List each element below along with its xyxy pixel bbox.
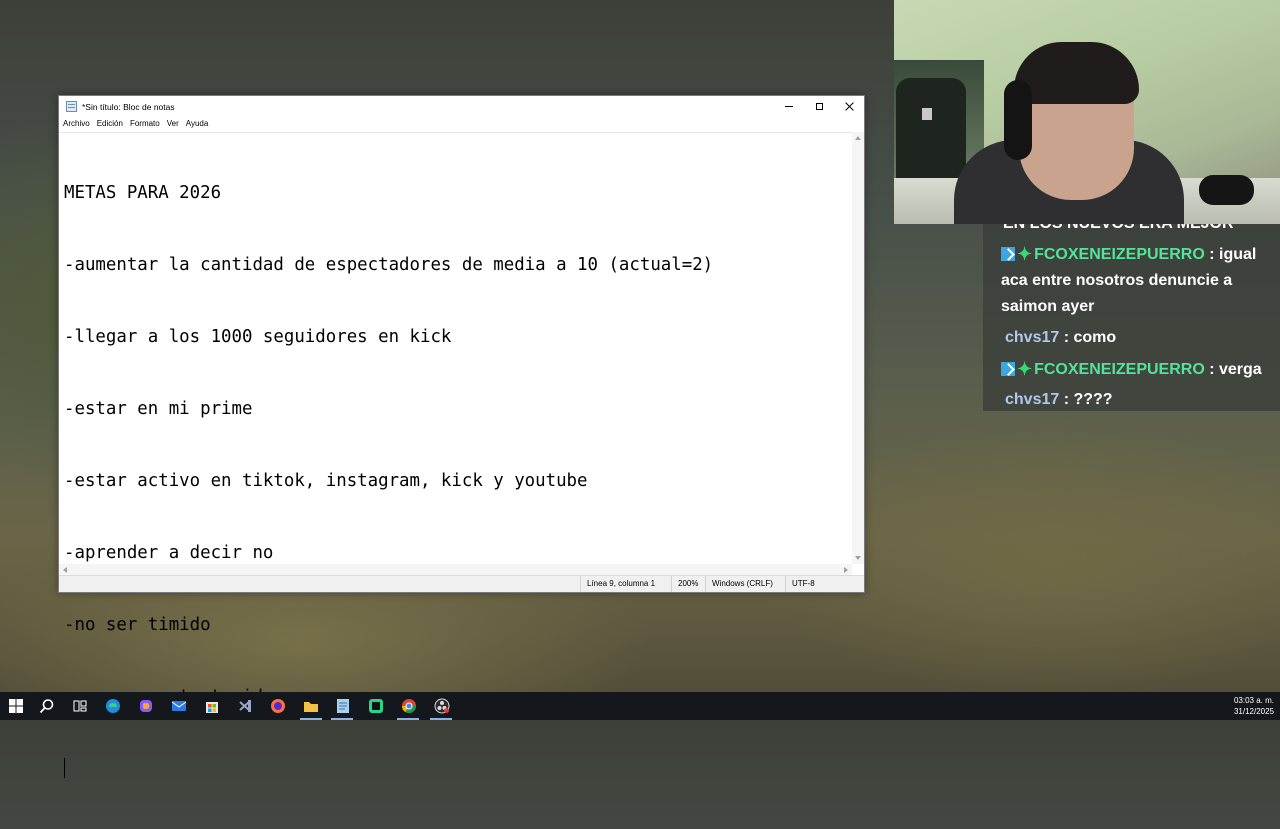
status-zoom: 200% — [671, 576, 698, 592]
system-clock[interactable]: 03:03 a. m. 31/12/2025 — [1234, 695, 1274, 717]
search-icon[interactable] — [39, 698, 55, 714]
menu-formato[interactable]: Formato — [130, 119, 160, 128]
chat-text: : como — [1059, 329, 1117, 346]
task-view-icon[interactable] — [72, 698, 88, 714]
subscriber-badge-icon — [1001, 362, 1015, 376]
scroll-right-arrow-icon[interactable] — [844, 567, 848, 573]
menu-archivo[interactable]: Archivo — [63, 119, 90, 128]
window-controls — [774, 96, 864, 117]
scroll-up-arrow-icon[interactable] — [855, 136, 861, 140]
status-bar: Línea 9, columna 1 200% Windows (CRLF) U… — [59, 575, 864, 592]
caret-line — [64, 757, 852, 781]
minimize-button[interactable] — [774, 96, 804, 117]
chat-username: chvs17 — [1005, 329, 1060, 346]
text-caret — [64, 758, 65, 778]
chat-message: chvs17 : ???? — [1001, 387, 1273, 411]
scroll-down-arrow-icon[interactable] — [855, 556, 861, 560]
chrome-icon[interactable] — [401, 698, 417, 714]
taskbar: 03:03 a. m. 31/12/2025 — [0, 692, 1280, 720]
text-line: -estar activo en tiktok, instagram, kick… — [64, 471, 588, 491]
subscriber-badge-icon — [1001, 247, 1015, 261]
obs-icon[interactable] — [434, 698, 450, 714]
edge-icon[interactable] — [105, 698, 121, 714]
status-line-ending: Windows (CRLF) — [705, 576, 773, 592]
text-line: -no ser timido — [64, 615, 211, 635]
document-text: METAS PARA 2026 -aumentar la cantidad de… — [59, 133, 852, 829]
clock-date: 31/12/2025 — [1233, 707, 1274, 716]
clock-time: 03:03 a. m. — [1233, 696, 1274, 705]
text-line: -estar en mi prime — [64, 399, 253, 419]
chat-username: chvs17 — [1005, 391, 1060, 408]
notepad-icon — [66, 101, 77, 112]
menu-edicion[interactable]: Edición — [97, 119, 123, 128]
chat-message: ✦ FCOXENEIZEPUERRO : igual aca entre noso… — [1001, 241, 1273, 320]
close-icon — [845, 102, 854, 111]
text-line: METAS PARA 2026 — [64, 183, 222, 203]
sparkle-badge-icon: ✦ — [1017, 244, 1033, 264]
status-encoding: UTF-8 — [785, 576, 815, 592]
webcam-headphones-bag — [1199, 175, 1254, 205]
chat-message: ✦ FCOXENEIZEPUERRO : verga — [1001, 356, 1273, 383]
text-editor[interactable]: METAS PARA 2026 -aumentar la cantidad de… — [59, 132, 852, 778]
webcam-person-hair — [1014, 42, 1139, 104]
notepad-icon[interactable] — [335, 698, 351, 714]
close-button[interactable] — [834, 96, 864, 117]
menu-ayuda[interactable]: Ayuda — [186, 119, 209, 128]
maximize-button[interactable] — [804, 96, 834, 117]
mail-icon[interactable] — [171, 698, 187, 714]
pycharm-icon[interactable] — [368, 698, 384, 714]
chat-text: : verga — [1204, 361, 1262, 378]
copilot-icon[interactable] — [138, 698, 154, 714]
webcam-overlay — [894, 0, 1280, 224]
text-line: -aumentar la cantidad de espectadores de… — [64, 255, 714, 275]
headset-icon — [1004, 80, 1032, 160]
vertical-scrollbar[interactable] — [852, 132, 864, 564]
chat-username: FCOXENEIZEPUERRO — [1034, 361, 1205, 378]
visual-studio-icon[interactable] — [237, 698, 253, 714]
status-cursor-position: Línea 9, columna 1 — [580, 576, 655, 592]
windows-start-icon[interactable] — [8, 698, 24, 714]
notepad-window[interactable]: *Sin título: Bloc de notas Archivo Edici… — [58, 95, 865, 778]
firefox-icon[interactable] — [270, 698, 286, 714]
file-explorer-icon[interactable] — [303, 698, 319, 714]
webcam-jersey — [896, 78, 966, 188]
chat-message: chvs17 : como — [1001, 325, 1273, 351]
chat-text: : ???? — [1059, 391, 1113, 408]
store-icon[interactable] — [204, 698, 220, 714]
stream-chat-overlay: EN LOS NUEVOS ERA MEJOR ✦FCOXENEIZEPUERR… — [983, 224, 1280, 411]
text-line: -llegar a los 1000 seguidores en kick — [64, 327, 452, 347]
title-bar[interactable]: *Sin título: Bloc de notas — [59, 96, 864, 117]
minimize-icon — [785, 106, 793, 107]
menu-bar: Archivo Edición Formato Ver Ayuda — [59, 117, 864, 130]
window-title: *Sin título: Bloc de notas — [82, 101, 175, 112]
menu-ver[interactable]: Ver — [167, 119, 179, 128]
sparkle-badge-icon: ✦ — [1017, 359, 1033, 379]
maximize-icon — [815, 103, 823, 110]
chat-partial-message: EN LOS NUEVOS ERA MEJOR — [1003, 224, 1234, 233]
text-line: -aprender a decir no — [64, 543, 274, 563]
scroll-left-arrow-icon[interactable] — [63, 567, 67, 573]
chat-username: FCOXENEIZEPUERRO — [1034, 246, 1205, 263]
